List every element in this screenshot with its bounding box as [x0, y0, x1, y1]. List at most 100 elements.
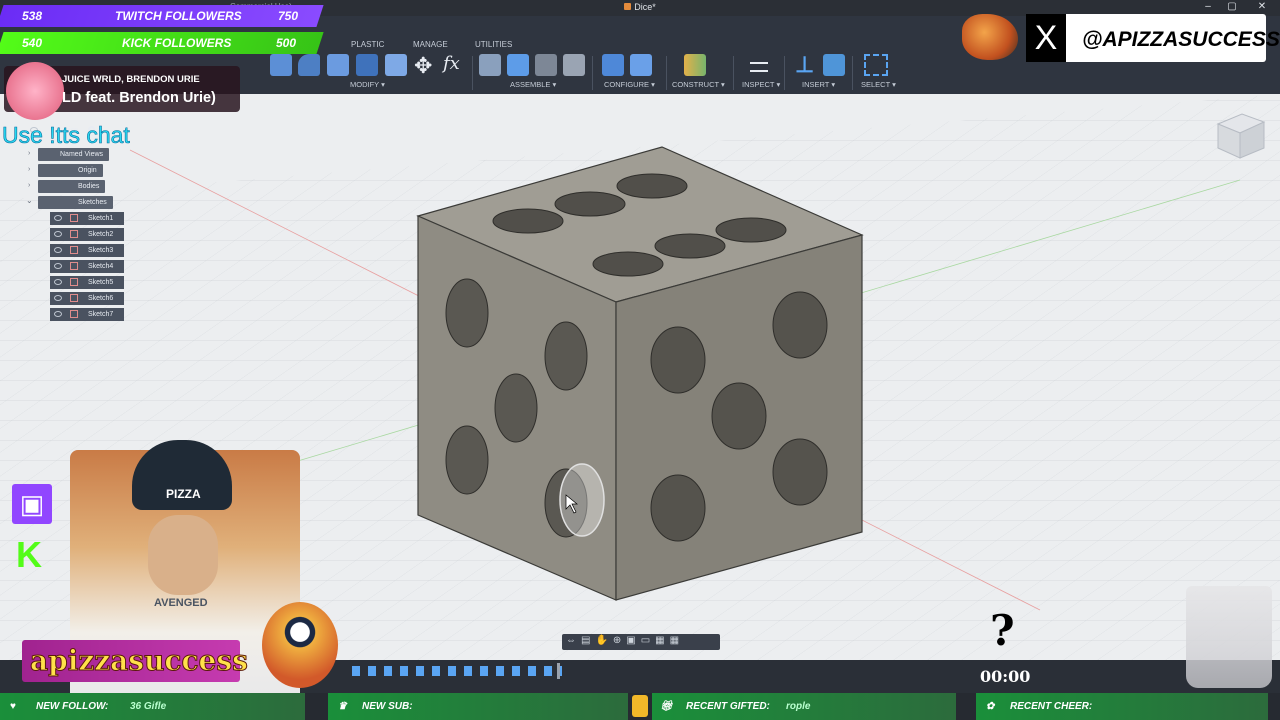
joint-icon[interactable]	[507, 54, 529, 76]
construct-menu[interactable]: CONSTRUCT ▾	[672, 80, 725, 89]
dice-body[interactable]	[416, 146, 864, 601]
configure-table-icon[interactable]	[630, 54, 652, 76]
document-icon	[624, 3, 632, 10]
configure-menu[interactable]: CONFIGURE ▾	[604, 80, 655, 89]
sketch-icon	[70, 310, 78, 318]
toolbar-separator	[592, 56, 593, 90]
album-art	[6, 62, 64, 120]
tab-plastic[interactable]: PLASTIC	[351, 40, 384, 49]
sketch-item[interactable]: Sketch7	[50, 308, 124, 321]
shell-icon[interactable]	[356, 54, 378, 76]
draft-icon[interactable]	[385, 54, 407, 76]
pip-hole[interactable]	[616, 173, 688, 199]
pip-hole[interactable]	[772, 291, 828, 359]
parameters-fx-icon[interactable]: fx	[443, 53, 460, 74]
question-mark-icon: ?	[990, 606, 1015, 655]
timeline-marker[interactable]	[557, 663, 560, 679]
toolbar-separator	[784, 56, 785, 90]
sketch-item[interactable]: Sketch1	[50, 212, 124, 225]
pip-hole[interactable]	[650, 474, 706, 542]
pip-hole[interactable]	[445, 425, 489, 495]
eye-icon[interactable]	[54, 311, 62, 317]
kick-logo-icon: K	[16, 534, 42, 575]
pip-hole[interactable]	[715, 217, 787, 243]
new-sub-label: NEW SUB:	[362, 701, 413, 712]
streamer-face	[148, 515, 218, 595]
toolbar-separator	[666, 56, 667, 90]
sketch-label: Sketch5	[88, 279, 114, 286]
tab-manage[interactable]: MANAGE	[413, 40, 448, 49]
tip-jar	[1186, 586, 1272, 688]
press-pull-icon[interactable]	[270, 54, 292, 76]
shirt-text: AVENGED	[154, 597, 208, 609]
browser-node-sketches[interactable]: Sketches	[38, 196, 113, 209]
browser-node-named-views[interactable]: Named Views	[38, 148, 110, 161]
offset-plane-icon[interactable]	[684, 54, 706, 76]
pip-hole[interactable]	[544, 321, 588, 391]
inspect-menu[interactable]: INSPECT ▾	[742, 80, 780, 89]
expand-chevron-icon[interactable]: ›	[28, 150, 30, 157]
minimize-button[interactable]: –	[1196, 1, 1220, 15]
pip-hole[interactable]	[554, 191, 626, 217]
assemble-menu[interactable]: ASSEMBLE ▾	[510, 80, 556, 89]
eye-icon[interactable]	[54, 279, 62, 285]
measure-icon[interactable]	[750, 62, 768, 72]
sketch-icon	[70, 278, 78, 286]
select-menu[interactable]: SELECT ▾	[861, 80, 896, 89]
kick-followers-count: 540	[22, 36, 43, 50]
navigation-tools-icons[interactable]: ⇔▤✋⊕▣▭▦▦	[566, 635, 684, 646]
eye-icon[interactable]	[54, 231, 62, 237]
sketch-item[interactable]: Sketch4	[50, 260, 124, 273]
maximize-button[interactable]: ▢	[1220, 1, 1244, 15]
expand-chevron-icon[interactable]: ›	[28, 166, 30, 173]
configure-icon[interactable]	[602, 54, 624, 76]
joint-origin-icon[interactable]	[563, 54, 585, 76]
toolbar-separator	[852, 56, 853, 90]
sketch-item[interactable]: Sketch6	[50, 292, 124, 305]
pip-hole[interactable]	[492, 208, 564, 234]
browser-node-origin[interactable]: Origin	[38, 164, 103, 177]
pip-hole[interactable]	[772, 438, 828, 506]
pip-hole[interactable]	[650, 326, 706, 394]
sketch-item[interactable]: Sketch3	[50, 244, 124, 257]
view-cube[interactable]	[1216, 113, 1266, 159]
pip-hole[interactable]	[654, 233, 726, 259]
as-built-joint-icon[interactable]	[535, 54, 557, 76]
new-component-icon[interactable]	[479, 54, 501, 76]
eye-icon[interactable]	[54, 247, 62, 253]
crown-icon: ♛	[338, 701, 347, 712]
document-title-text: Dice*	[634, 2, 656, 12]
pip-hole[interactable]	[592, 251, 664, 277]
insert-canvas-icon[interactable]	[823, 54, 845, 76]
tab-utilities[interactable]: UTILITIES	[475, 40, 512, 49]
pip-hole[interactable]	[711, 382, 767, 450]
browser-node-bodies[interactable]: Bodies	[38, 180, 106, 193]
sketch-item[interactable]: Sketch5	[50, 276, 124, 289]
insert-menu[interactable]: INSERT ▾	[802, 80, 835, 89]
eye-icon[interactable]	[54, 263, 62, 269]
recent-gifted-value: rople	[786, 701, 811, 712]
close-button[interactable]: ✕	[1250, 1, 1274, 15]
sketch-label: Sketch6	[88, 295, 114, 302]
pip-hole[interactable]	[445, 278, 489, 348]
fillet-icon[interactable]	[298, 54, 320, 76]
sketch-item[interactable]: Sketch2	[50, 228, 124, 241]
insert-derive-icon[interactable]: ⊥	[795, 52, 814, 78]
pip-hole[interactable]	[494, 373, 538, 443]
heart-icon: ♥	[10, 701, 16, 712]
collapse-chevron-icon[interactable]: ⌄	[26, 196, 33, 205]
eye-icon[interactable]	[54, 295, 62, 301]
twitch-followers-label: TWITCH FOLLOWERS	[115, 9, 242, 23]
new-follow-label: NEW FOLLOW:	[36, 701, 109, 712]
sketch-label: Sketch7	[88, 311, 114, 318]
song-artist: JUICE WRLD, BRENDON URIE	[62, 74, 200, 85]
streamer-name: apizzasuccess	[30, 644, 249, 678]
modify-menu[interactable]: MODIFY ▾	[350, 80, 385, 89]
eye-icon[interactable]	[54, 215, 62, 221]
move-icon[interactable]: ✥	[414, 53, 432, 79]
sketch-icon	[70, 262, 78, 270]
select-icon[interactable]	[864, 54, 888, 76]
chamfer-icon[interactable]	[327, 54, 349, 76]
timeline-features[interactable]	[352, 666, 562, 676]
expand-chevron-icon[interactable]: ›	[28, 182, 30, 189]
